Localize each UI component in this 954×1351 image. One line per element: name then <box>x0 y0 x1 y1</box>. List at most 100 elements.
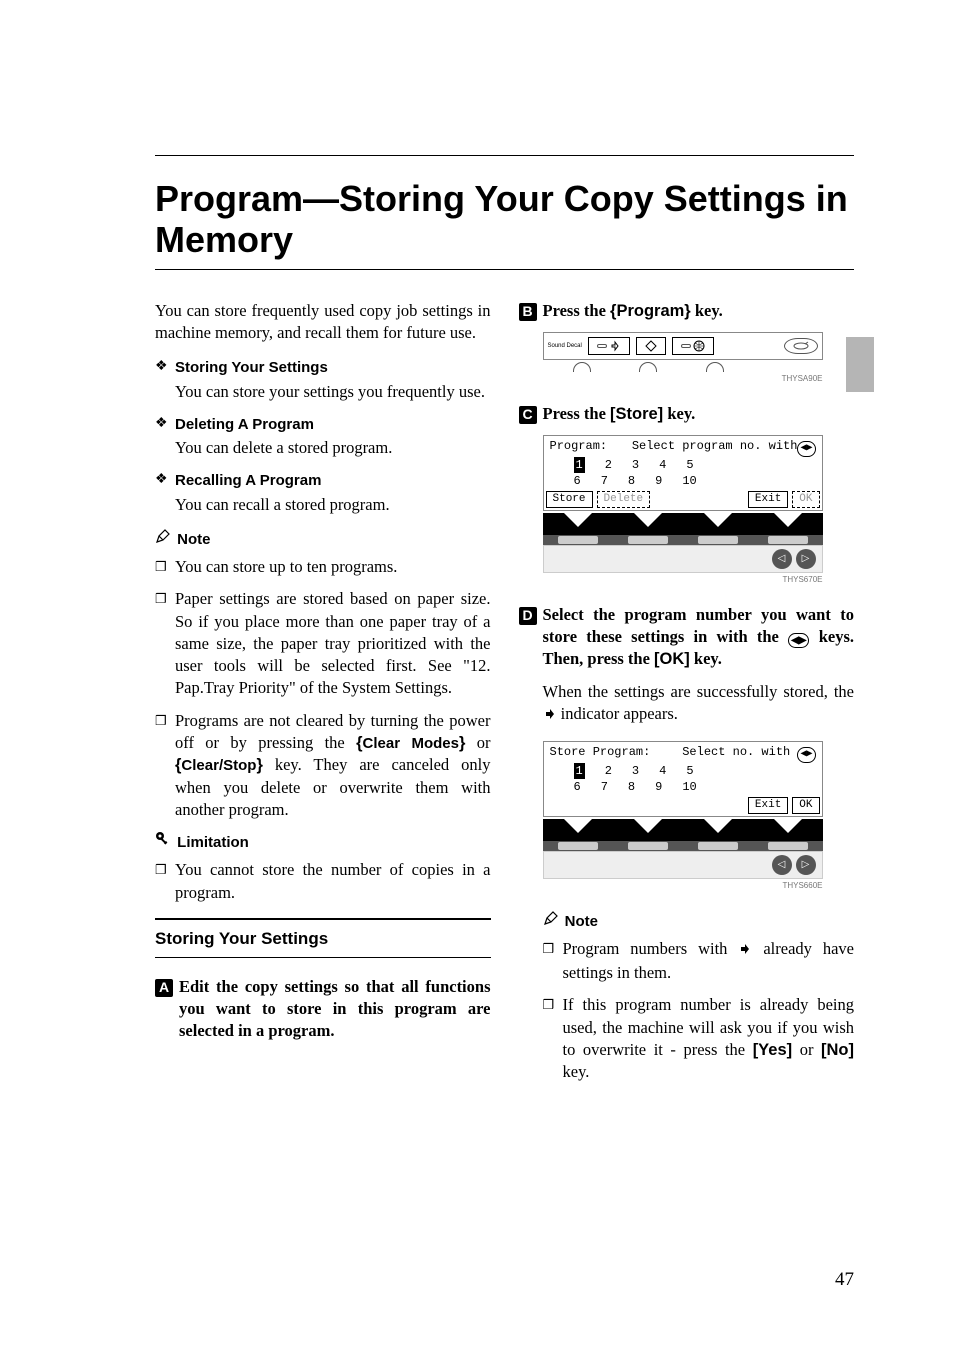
page-number: 47 <box>835 1269 854 1291</box>
lcd-row: 1 2 3 4 5 <box>546 763 820 779</box>
pencil-icon <box>155 528 173 544</box>
lcd-num: 9 <box>655 779 662 795</box>
figure-code: THYSA90E <box>543 374 823 385</box>
section-separator <box>155 918 491 920</box>
lcd-row: 6 7 8 9 10 <box>546 473 820 489</box>
function-text: You can store your settings you frequent… <box>175 382 485 401</box>
step-text: Edit the copy settings so that all funct… <box>179 976 491 1043</box>
step-3: C Press the [Store] key. <box>519 403 855 425</box>
triangle-down-icon <box>774 513 802 527</box>
intro-text: You can store frequently used copy job s… <box>155 300 491 345</box>
panel-knob <box>573 362 591 372</box>
step-number-icon: C <box>519 406 537 424</box>
lcd-button: OK <box>792 797 819 814</box>
control-panel: Sound Decal <box>543 332 823 360</box>
diamond-icon <box>645 340 657 352</box>
keypad-key <box>628 536 668 544</box>
arrow-left-button: ◁ <box>772 855 792 875</box>
figure-code: THYS670E <box>543 575 823 586</box>
step-1: A Edit the copy settings so that all fun… <box>155 976 491 1043</box>
chapter-tab <box>846 337 874 392</box>
lcd-screen: Program: Select program no. with◀▶ 1 2 3… <box>543 435 823 511</box>
lcd-buttons: Store Delete Exit OK <box>546 491 820 508</box>
function-item: Storing Your Settings You can store your… <box>155 358 491 403</box>
panel-button <box>636 337 666 355</box>
arrow-keys-icon: ◀▶ <box>788 633 809 649</box>
lcd-buttons: Exit OK <box>546 797 820 814</box>
lcd-row: 1 2 3 4 5 <box>546 457 820 473</box>
triangle-down-icon <box>704 819 732 833</box>
limitation-list: You cannot store the number of copies in… <box>155 859 491 904</box>
arrow-right-button: ▷ <box>796 549 816 569</box>
program-indicator-icon <box>738 940 752 962</box>
lcd-num: 2 <box>605 457 612 473</box>
step-4: D Select the program number you want to … <box>519 604 855 671</box>
note-item: Programs are not cleared by turning the … <box>155 710 491 821</box>
arrow-left-button: ◁ <box>772 549 792 569</box>
keypad-key <box>628 842 668 850</box>
triangle-down-icon <box>774 819 802 833</box>
page-title: Program—Storing Your Copy Settings in Me… <box>155 178 854 261</box>
notes-right-list: Program numbers with already have settin… <box>543 938 855 1084</box>
lcd-num: 4 <box>659 457 666 473</box>
lcd-row: 6 7 8 9 10 <box>546 779 820 795</box>
function-text: You can recall a stored program. <box>175 495 390 514</box>
note-item: You can store up to ten programs. <box>155 556 491 578</box>
lcd-num: 7 <box>601 473 608 489</box>
step-text: Press the [Store] key. <box>543 403 855 425</box>
lcd-figure-2: Store Program: Select no. with ◀▶ 1 2 3 … <box>543 741 855 892</box>
pencil-icon <box>543 910 561 926</box>
lcd-button-disabled: Delete <box>597 491 651 508</box>
lcd-num: 3 <box>632 763 639 779</box>
limitation-heading: Limitation <box>155 831 491 853</box>
function-item: Deleting A Program You can delete a stor… <box>155 415 491 460</box>
lcd-button-disabled: OK <box>792 491 819 508</box>
panel-knob <box>639 362 657 372</box>
lcd-button: Store <box>546 491 593 508</box>
panel-label: Sound Decal <box>548 342 582 350</box>
lcd-button: Exit <box>748 797 788 814</box>
top-rule <box>155 155 854 156</box>
subheading: Storing Your Settings <box>155 928 491 951</box>
lcd-num: 7 <box>601 779 608 795</box>
lcd-num: 5 <box>686 457 693 473</box>
lcd-num-selected: 1 <box>574 763 585 779</box>
lcd-num: 3 <box>632 457 639 473</box>
step-number-icon: D <box>519 607 537 625</box>
step-text: Press the {Program} key. <box>543 300 855 322</box>
note-heading: Note <box>155 528 491 550</box>
limitation-item: You cannot store the number of copies in… <box>155 859 491 904</box>
lcd-num-selected: 1 <box>574 457 585 473</box>
arrow-keys-icon: ◀▶ <box>797 747 815 763</box>
panel-mode-button <box>784 338 818 354</box>
step-number-icon: B <box>519 303 537 321</box>
lcd-header-right: Select no. with ◀▶ <box>682 744 815 763</box>
title-underline <box>155 269 854 270</box>
triangle-down-icon <box>704 513 732 527</box>
keypad: ◁▷ <box>543 513 823 573</box>
triangle-down-icon <box>634 513 662 527</box>
lcd-num: 5 <box>686 763 693 779</box>
key-icon <box>155 831 173 847</box>
panel-knob <box>706 362 724 372</box>
function-label: Deleting A Program <box>175 415 491 435</box>
clear-icon <box>793 341 809 351</box>
lcd-num: 10 <box>682 473 696 489</box>
figure-code: THYS660E <box>543 881 823 892</box>
note-heading-right: Note <box>543 910 855 932</box>
function-item: Recalling A Program You can recall a sto… <box>155 471 491 516</box>
program-glyph-icon <box>609 340 621 352</box>
step-text: Select the program number you want to st… <box>543 604 855 671</box>
lcd-num: 6 <box>574 473 581 489</box>
triangle-down-icon <box>564 513 592 527</box>
lcd-num: 8 <box>628 779 635 795</box>
triangle-down-icon <box>564 819 592 833</box>
lcd-screen: Store Program: Select no. with ◀▶ 1 2 3 … <box>543 741 823 817</box>
lcd-num: 6 <box>574 779 581 795</box>
keypad-key <box>558 842 598 850</box>
control-panel-figure: Sound Decal <box>543 332 855 385</box>
lcd-num: 4 <box>659 763 666 779</box>
panel-button <box>672 337 714 355</box>
subheading-underline <box>155 957 491 958</box>
lcd-num: 2 <box>605 763 612 779</box>
